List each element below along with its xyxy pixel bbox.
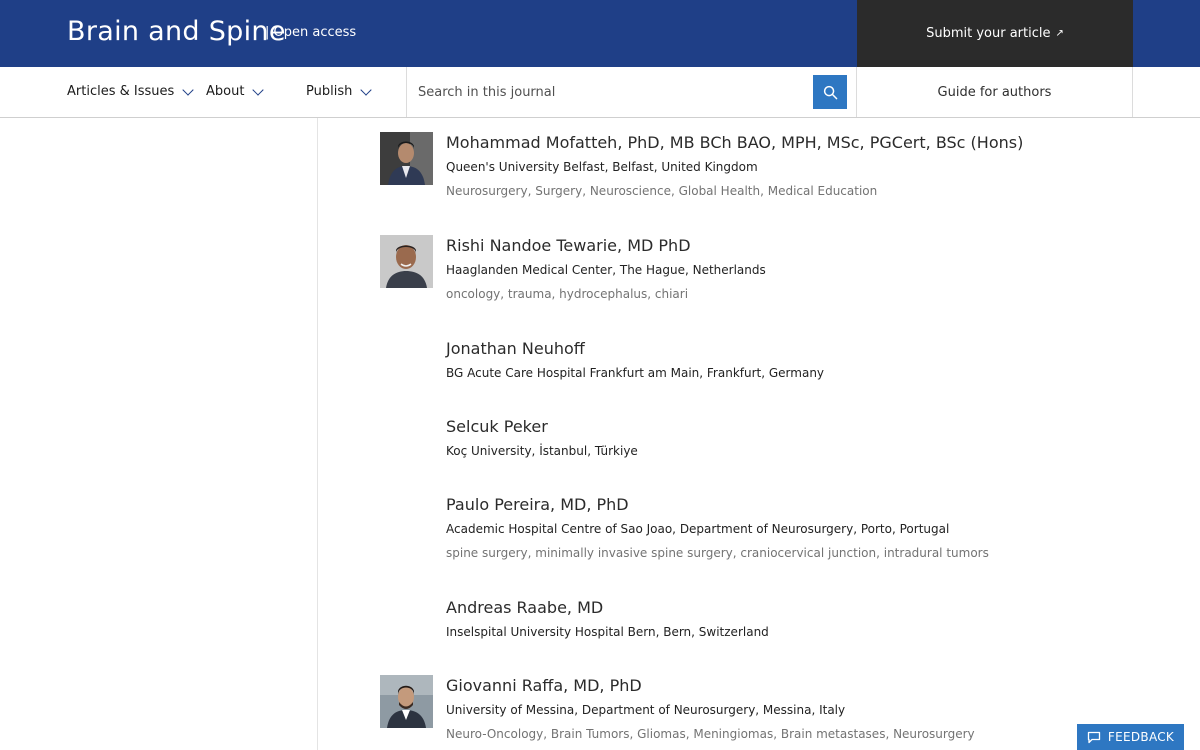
chevron-down-icon (360, 83, 373, 96)
open-access-label: | Open access (265, 25, 357, 40)
journal-search (406, 67, 857, 117)
editor-affiliation: Koç University, İstanbul, Türkiye (446, 444, 638, 458)
editor-info: Andreas Raabe, MD Inselspital University… (446, 597, 1046, 639)
feedback-label: FEEDBACK (1107, 730, 1175, 744)
external-link-icon: ↗ (1055, 28, 1064, 39)
editor-name: Andreas Raabe, MD (446, 598, 604, 617)
editor-info: Jonathan Neuhoff BG Acute Care Hospital … (446, 338, 1046, 380)
search-input[interactable] (407, 67, 807, 117)
submit-article-label: Submit your article (926, 26, 1051, 41)
editor-name: Paulo Pereira, MD, PhD (446, 495, 629, 514)
chat-bubble-icon (1087, 731, 1101, 744)
nav-about[interactable]: About (206, 83, 265, 99)
chevron-down-icon (182, 83, 194, 96)
editor-topics: oncology, trauma, hydrocephalus, chiari (446, 287, 689, 301)
editor-name: Rishi Nandoe Tewarie, MD PhD (446, 236, 691, 255)
editor-topics: Neurosurgery, Surgery, Neuroscience, Glo… (446, 184, 878, 198)
editor-info: Mohammad Mofatteh, PhD, MB BCh BAO, MPH,… (446, 132, 1046, 198)
nav-item-label: Articles & Issues (67, 84, 175, 99)
journal-title[interactable]: Brain and Spine (67, 16, 286, 47)
guide-for-authors-link[interactable]: Guide for authors (857, 67, 1133, 117)
feedback-button[interactable]: FEEDBACK (1077, 724, 1184, 750)
submit-article-button[interactable]: Submit your article ↗ (857, 0, 1133, 67)
nav-publish[interactable]: Publish (306, 83, 373, 99)
nav-articles-issues[interactable]: Articles & Issues (67, 83, 194, 99)
editor-photo (380, 235, 433, 288)
nav-item-label: Publish (306, 84, 353, 99)
editor-info: Paulo Pereira, MD, PhD Academic Hospital… (446, 494, 1046, 560)
chevron-down-icon (252, 83, 265, 96)
editor-info: Giovanni Raffa, MD, PhD University of Me… (446, 675, 1046, 741)
journal-nav: Articles & Issues About Publish Guide fo… (0, 67, 1200, 118)
editor-photo (380, 132, 433, 185)
search-button[interactable] (813, 75, 847, 109)
journal-header: Brain and Spine | Open access Submit you… (0, 0, 1200, 67)
editor-name: Mohammad Mofatteh, PhD, MB BCh BAO, MPH,… (446, 133, 1024, 152)
editor-affiliation: Queen's University Belfast, Belfast, Uni… (446, 160, 758, 174)
editor-name: Giovanni Raffa, MD, PhD (446, 676, 642, 695)
search-icon (823, 85, 837, 99)
editor-topics: spine surgery, minimally invasive spine … (446, 546, 989, 560)
sidebar-divider (317, 118, 318, 750)
editor-name: Jonathan Neuhoff (446, 339, 585, 358)
editor-topics: Neuro-Oncology, Brain Tumors, Gliomas, M… (446, 727, 975, 741)
editor-info: Selcuk Peker Koç University, İstanbul, T… (446, 416, 1046, 458)
editor-affiliation: Inselspital University Hospital Bern, Be… (446, 625, 769, 639)
editor-name: Selcuk Peker (446, 417, 548, 436)
editor-affiliation: University of Messina, Department of Neu… (446, 703, 846, 717)
editor-info: Rishi Nandoe Tewarie, MD PhD Haaglanden … (446, 235, 1046, 301)
editor-affiliation: Academic Hospital Centre of Sao Joao, De… (446, 522, 950, 536)
nav-item-label: About (206, 84, 245, 99)
editor-photo (380, 675, 433, 728)
editor-affiliation: BG Acute Care Hospital Frankfurt am Main… (446, 366, 825, 380)
editor-affiliation: Haaglanden Medical Center, The Hague, Ne… (446, 263, 766, 277)
